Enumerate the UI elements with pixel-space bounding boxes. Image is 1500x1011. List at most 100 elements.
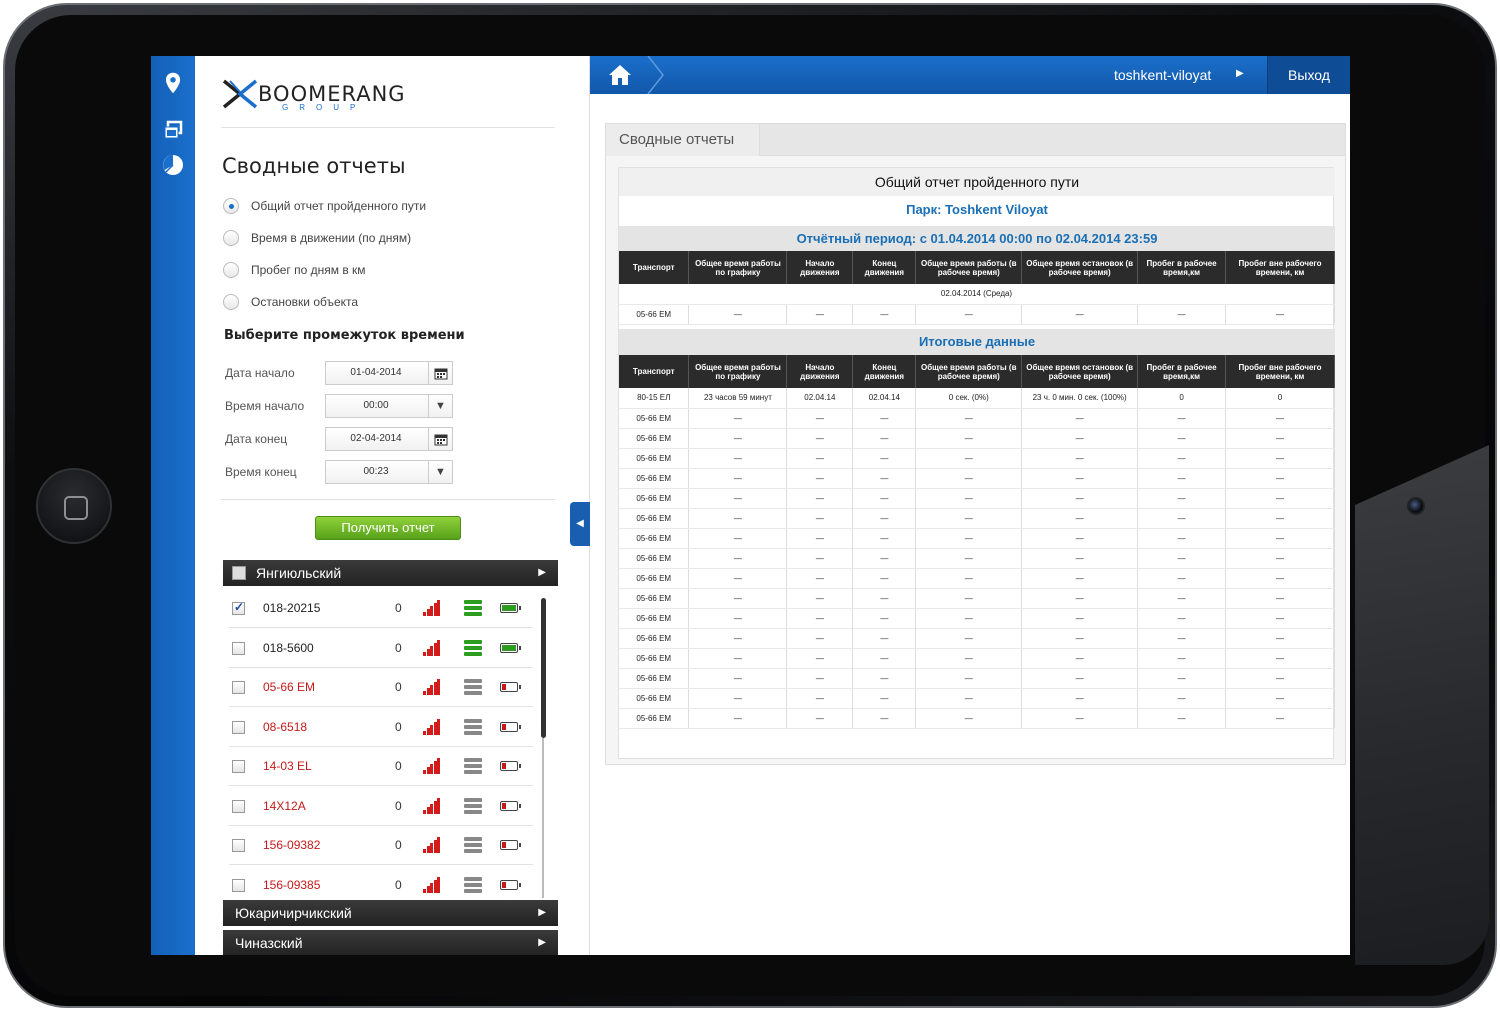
- table-cell: —: [852, 468, 917, 489]
- column-header: Общее время работы по графику: [688, 355, 788, 388]
- table-row: 05-66 EM — — — — — — —: [619, 468, 1335, 489]
- start-time-select[interactable]: 00:00 ▼: [325, 394, 453, 418]
- map-pin-icon[interactable]: [162, 72, 184, 94]
- report-type-option-4[interactable]: Остановки объекта: [223, 294, 358, 310]
- logo-mark-icon: [222, 79, 258, 109]
- vehicle-row[interactable]: 018-5600 0: [229, 628, 533, 668]
- calendar-icon[interactable]: [428, 362, 452, 384]
- column-header: Пробег в рабочее время,км: [1137, 355, 1227, 388]
- vehicle-row[interactable]: 14X12A 0: [229, 786, 533, 826]
- start-time-row: Время начало 00:00 ▼: [225, 394, 455, 418]
- vehicle-name[interactable]: 08-6518: [263, 720, 307, 734]
- status-list-icon[interactable]: [464, 679, 482, 695]
- radio-button-selected[interactable]: [223, 198, 239, 214]
- table-cell: —: [1225, 668, 1335, 689]
- vehicle-name[interactable]: 018-20215: [263, 601, 320, 615]
- group-header-yukarichirchik[interactable]: Юкаричирчикский ▶: [223, 900, 558, 926]
- vehicle-checkbox[interactable]: [232, 878, 245, 892]
- table-cell: —: [786, 588, 854, 609]
- vehicle-checkbox[interactable]: [232, 600, 245, 615]
- vehicle-name[interactable]: 018-5600: [263, 641, 314, 655]
- tab-summary-reports[interactable]: Сводные отчеты: [606, 124, 760, 156]
- chevron-down-icon[interactable]: ▼: [428, 461, 452, 483]
- report-type-option-1[interactable]: Общий отчет пройденного пути: [223, 198, 426, 214]
- table-cell: —: [1137, 648, 1227, 669]
- vehicle-name[interactable]: 14X12A: [263, 799, 306, 813]
- status-list-icon[interactable]: [464, 876, 482, 893]
- vehicle-row[interactable]: 156-09385 0: [229, 865, 533, 901]
- table-cell: —: [1225, 708, 1335, 729]
- scrollbar-thumb[interactable]: [541, 598, 546, 738]
- vehicle-checkbox[interactable]: [232, 839, 245, 852]
- table-cell: —: [786, 448, 854, 469]
- vehicle-row[interactable]: 08-6518 0: [229, 707, 533, 747]
- column-header: Конец движения: [852, 251, 917, 284]
- table-cell: —: [852, 588, 917, 609]
- scrollbar-track[interactable]: [542, 738, 544, 898]
- collapse-panel-button[interactable]: ◀: [570, 502, 590, 546]
- vehicle-name[interactable]: 05-66 EM: [263, 680, 315, 694]
- status-list-icon[interactable]: [464, 758, 482, 774]
- get-report-button[interactable]: Получить отчет: [315, 516, 461, 540]
- radio-button[interactable]: [223, 262, 239, 278]
- table-cell: —: [852, 408, 917, 429]
- vehicle-checkbox[interactable]: [232, 641, 245, 655]
- summary-report-table: Транспорт Общее время работы по графику На…: [619, 355, 1335, 729]
- table-cell: —: [852, 648, 917, 669]
- chevron-right-icon[interactable]: ▶: [538, 560, 546, 586]
- group-header-yangiyul[interactable]: Янгиюльский ▶: [223, 560, 558, 586]
- table-row: 05-66 EM — — — — — — —: [619, 488, 1335, 509]
- status-list-icon[interactable]: [464, 718, 482, 735]
- vehicle-checkbox[interactable]: [232, 720, 245, 734]
- table-cell: —: [786, 488, 854, 509]
- column-header: Общее время остановок (в рабочее время): [1021, 355, 1139, 388]
- status-list-icon[interactable]: [464, 837, 482, 853]
- table-cell: —: [786, 468, 854, 489]
- table-cell: —: [915, 448, 1023, 469]
- table-cell: —: [1021, 608, 1139, 629]
- vehicle-row[interactable]: 018-20215 0: [229, 588, 533, 628]
- pie-chart-icon[interactable]: [162, 154, 184, 176]
- radio-button[interactable]: [223, 230, 239, 246]
- end-date-field[interactable]: 02-04-2014: [325, 427, 453, 451]
- vehicle-name[interactable]: 14-03 EL: [263, 759, 312, 773]
- home-icon[interactable]: [608, 64, 632, 86]
- vehicle-name[interactable]: 156-09382: [263, 838, 320, 852]
- report-type-option-2[interactable]: Время в движении (по дням): [223, 230, 411, 246]
- table-cell: —: [786, 408, 854, 429]
- vehicle-row[interactable]: 14-03 EL 0: [229, 746, 533, 786]
- start-date-field[interactable]: 01-04-2014: [325, 361, 453, 385]
- tablet-home-button[interactable]: [36, 468, 112, 544]
- logout-button[interactable]: Выход: [1267, 56, 1350, 94]
- report-view: toshkent-viloyat ▶ Выход Сводные отчеты …: [590, 56, 1350, 955]
- end-time-select[interactable]: 00:23 ▼: [325, 460, 453, 484]
- caret-right-icon[interactable]: ▶: [1236, 68, 1244, 79]
- chevron-right-icon[interactable]: ▶: [538, 900, 546, 926]
- vehicle-row[interactable]: 156-09382 0: [229, 825, 533, 865]
- battery-icon: [500, 800, 521, 811]
- chevron-right-icon[interactable]: ▶: [538, 930, 546, 955]
- table-row: 05-66 EM — — — — — — —: [619, 688, 1335, 709]
- vehicle-checkbox[interactable]: [232, 799, 245, 813]
- user-name[interactable]: toshkent-viloyat: [1114, 67, 1211, 83]
- group-checkbox[interactable]: [232, 566, 246, 580]
- table-cell: —: [1137, 448, 1227, 469]
- report-type-option-3[interactable]: Пробег по дням в км: [223, 262, 366, 278]
- vehicle-checkbox[interactable]: [232, 760, 245, 773]
- battery-icon: [500, 603, 521, 613]
- radio-button[interactable]: [223, 294, 239, 310]
- status-list-icon[interactable]: [464, 600, 482, 616]
- chevron-down-icon[interactable]: ▼: [428, 395, 452, 417]
- group-header-chinaz[interactable]: Чиназский ▶: [223, 930, 558, 955]
- status-list-icon[interactable]: [464, 639, 482, 656]
- vehicle-name[interactable]: 156-09385: [263, 878, 320, 892]
- table-cell: —: [1021, 408, 1139, 429]
- end-time-row: Время конец 00:23 ▼: [225, 460, 455, 484]
- windows-icon[interactable]: [162, 119, 184, 141]
- status-list-icon[interactable]: [464, 797, 482, 814]
- table-cell: —: [1021, 528, 1139, 549]
- table-cell: —: [1021, 548, 1139, 569]
- vehicle-checkbox[interactable]: [232, 681, 245, 694]
- vehicle-row[interactable]: 05-66 EM 0: [229, 667, 533, 707]
- calendar-icon[interactable]: [428, 428, 452, 450]
